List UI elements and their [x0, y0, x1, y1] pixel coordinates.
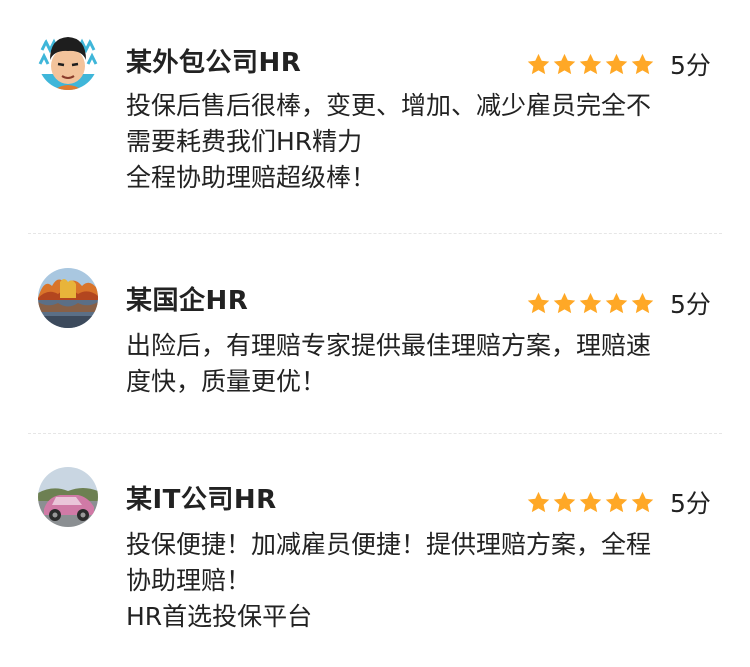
star-rating: 5分 [526, 285, 711, 321]
stars [526, 52, 656, 77]
star-rating: 5分 [526, 46, 711, 82]
star-icon [631, 53, 654, 74]
divider [28, 233, 722, 234]
star-icon [527, 53, 550, 74]
star-icon [631, 292, 654, 313]
rating-score: 5分 [670, 489, 711, 518]
cartoon-avatar-icon [38, 30, 98, 90]
star-icon [605, 53, 628, 74]
review-line: 需要耗费我们HR精力 [126, 127, 363, 156]
star-icon [527, 491, 550, 512]
review-text: 出险后，有理赔专家提供最佳理赔方案，理赔速 度快，质量更优！ [126, 328, 722, 400]
review-text: 投保后售后很棒，变更、增加、减少雇员完全不 需要耗费我们HR精力 全程协助理赔超… [126, 88, 722, 196]
review-text: 投保便捷！加减雇员便捷！提供理赔方案，全程 协助理赔！ HR首选投保平台 [126, 527, 722, 635]
review-line: 全程协助理赔超级棒！ [126, 163, 377, 192]
star-icon [605, 491, 628, 512]
review-line: 投保后售后很棒，变更、增加、减少雇员完全不 [126, 91, 652, 120]
pink-car-avatar-icon [38, 467, 98, 527]
star-icon [579, 53, 602, 74]
star-icon [579, 491, 602, 512]
review-line: 投保便捷！加减雇员便捷！提供理赔方案，全程 [126, 530, 652, 559]
star-icon [605, 292, 628, 313]
reviewer-name: 某国企HR [126, 286, 249, 316]
star-icon [527, 292, 550, 313]
review-line: 度快，质量更优！ [126, 367, 327, 396]
star-icon [553, 292, 576, 313]
stars [526, 490, 656, 515]
stars [526, 291, 656, 316]
reviewer-name: 某IT公司HR [126, 485, 277, 515]
star-icon [631, 491, 654, 512]
rating-score: 5分 [670, 290, 711, 319]
review-line: HR首选投保平台 [126, 602, 313, 631]
star-icon [553, 53, 576, 74]
star-icon [553, 491, 576, 512]
star-rating: 5分 [526, 484, 711, 520]
autumn-lake-avatar-icon [38, 268, 98, 328]
reviewer-name: 某外包公司HR [126, 48, 302, 78]
star-icon [579, 292, 602, 313]
review-line: 出险后，有理赔专家提供最佳理赔方案，理赔速 [126, 331, 652, 360]
review-line: 协助理赔！ [126, 566, 252, 595]
divider [28, 433, 722, 434]
rating-score: 5分 [670, 51, 711, 80]
